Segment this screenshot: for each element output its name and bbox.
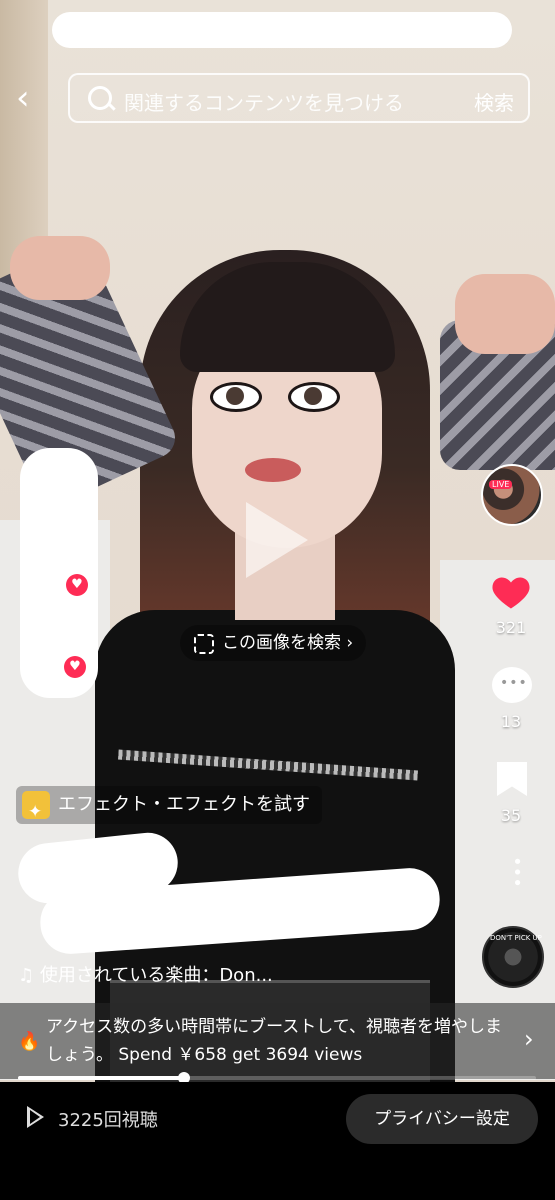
music-line[interactable]: ♫ 使用されている楽曲：Don... [18,961,273,987]
privacy-settings-button[interactable]: プライバシー設定 [346,1094,538,1144]
redaction-mark [52,12,512,48]
video-scene [245,458,301,482]
search-icon [88,86,112,110]
comment-count: 13 [500,712,522,731]
progress-fill [18,1076,184,1080]
video-scene [288,382,340,412]
progress-knob[interactable] [177,1072,190,1082]
effect-chip[interactable]: エフェクト・エフェクトを試す [16,786,322,831]
comment-icon[interactable] [492,667,532,703]
effect-icon [22,791,50,831]
like-heart-icon[interactable] [489,570,533,614]
search-placeholder: 関連するコンテンツを見つける [124,91,404,115]
image-search-button[interactable]: この画像を検索 › [180,625,366,661]
redaction-mark [20,448,98,698]
chevron-right-icon: › [524,1025,534,1053]
video-player[interactable]: ♥ ♥ ‹ 関連するコンテンツを見つける 検索 この画像を検索 › LIVE 3… [0,0,555,1082]
promote-banner[interactable]: 🔥 アクセス数の多い時間帯にブーストして、視聴者を増やしましょう。 Spend … [0,1003,555,1079]
creator-avatar[interactable] [481,464,543,526]
play-outline-icon [27,1106,44,1128]
heart-icon: ♥ [64,656,86,678]
music-disc-text: DON'T PICK UP [490,934,542,942]
promote-text: アクセス数の多い時間帯にブーストして、視聴者を増やしましょう。 Spend ￥6… [46,1017,502,1065]
more-options-icon[interactable]: ••• [506,856,527,888]
progress-bar[interactable] [18,1072,536,1082]
view-count: 3225回視聴 [58,1110,158,1131]
video-scene [455,274,555,354]
image-search-label: この画像を検索 › [222,633,354,653]
search-input[interactable]: 関連するコンテンツを見つける 検索 [68,73,530,123]
bottom-bar: 3225回視聴 プライバシー設定 [0,1082,555,1200]
music-disc[interactable]: DON'T PICK UP [482,926,544,988]
video-scene [210,382,262,412]
live-badge: LIVE [489,480,513,489]
image-scan-icon [194,634,214,654]
like-count: 321 [495,618,527,637]
effect-label: エフェクト・エフェクトを試す [58,794,310,815]
heart-icon: ♥ [66,574,88,596]
bookmark-count: 35 [500,806,522,825]
video-scene [10,236,110,300]
back-button[interactable]: ‹ [16,80,50,118]
flame-icon: 🔥 [18,1031,41,1052]
play-icon[interactable] [246,502,308,578]
search-button[interactable]: 検索 [474,87,514,116]
